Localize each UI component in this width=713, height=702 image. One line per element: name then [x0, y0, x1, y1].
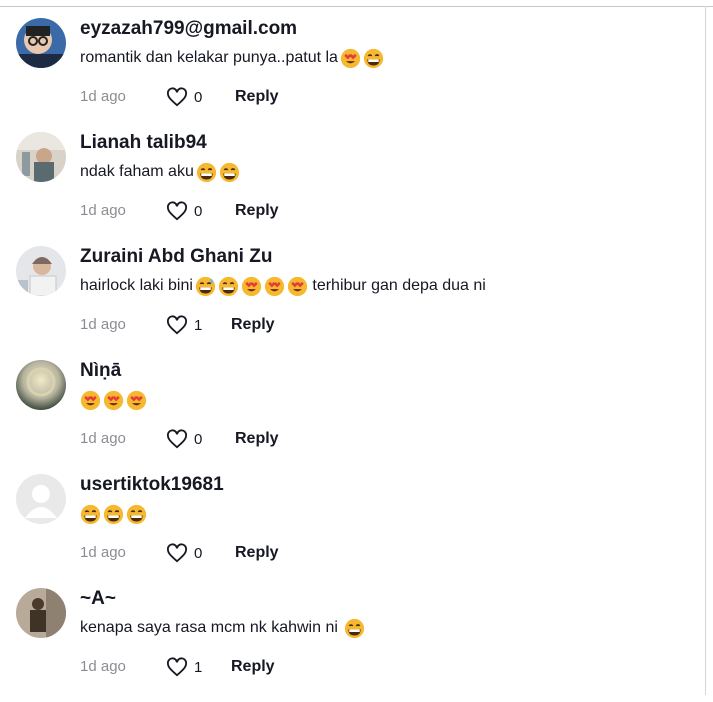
comment-time: 1d ago: [80, 430, 126, 447]
reply-button[interactable]: Reply: [235, 544, 279, 562]
comment-item: usertiktok19681 1d ago 0 Reply: [0, 474, 700, 588]
comment-text: romantik dan kelakar punya..patut la: [80, 46, 384, 70]
avatar[interactable]: [16, 588, 66, 638]
grinning-emoji: [363, 48, 384, 69]
heart-eyes-emoji: [287, 276, 308, 297]
like-count: 0: [194, 202, 203, 220]
avatar[interactable]: [16, 246, 66, 296]
comment-text-content: romantik dan kelakar punya..patut la: [80, 49, 338, 66]
heart-eyes-emoji: [103, 390, 124, 411]
grinning-emoji: [126, 504, 147, 525]
comment-item: ~A~ kenapa saya rasa mcm nk kahwin ni 1d…: [0, 588, 700, 702]
comment-text-continued: terhibur gan depa dua ni: [307, 277, 486, 294]
like-button[interactable]: 1: [166, 314, 202, 336]
comment-text: ndak faham aku: [80, 160, 240, 184]
heart-eyes-emoji: [80, 390, 101, 411]
grinning-emoji: [219, 162, 240, 183]
heart-outline-icon[interactable]: [166, 543, 188, 563]
comment-text: [80, 502, 147, 526]
comment-item: Lianah talib94 ndak faham aku 1d ago 0 R…: [0, 132, 700, 246]
comment-time: 1d ago: [80, 88, 126, 105]
heart-outline-icon[interactable]: [166, 201, 188, 221]
grinning-emoji: [344, 618, 365, 639]
heart-outline-icon[interactable]: [166, 657, 188, 677]
scrollbar-track[interactable]: [705, 6, 706, 695]
reply-button[interactable]: Reply: [231, 316, 275, 334]
comment-username[interactable]: ~A~: [80, 588, 116, 610]
like-count: 1: [194, 658, 203, 676]
comment-username[interactable]: Lianah talib94: [80, 132, 207, 154]
default-avatar-icon: [16, 474, 66, 524]
heart-outline-icon[interactable]: [166, 87, 188, 107]
top-divider: [0, 6, 713, 7]
heart-eyes-emoji: [126, 390, 147, 411]
like-button[interactable]: 1: [166, 656, 202, 678]
comment-text: kenapa saya rasa mcm nk kahwin ni: [80, 616, 365, 640]
comment-item: Zuraini Abd Ghani Zu hairlock laki bini …: [0, 246, 700, 360]
comment-username[interactable]: eyzazah799@gmail.com: [80, 18, 297, 40]
comment-text: [80, 388, 147, 412]
like-count: 0: [194, 88, 203, 106]
comment-item: eyzazah799@gmail.com romantik dan kelaka…: [0, 18, 700, 132]
reply-button[interactable]: Reply: [235, 88, 279, 106]
reply-button[interactable]: Reply: [235, 430, 279, 448]
like-button[interactable]: 0: [166, 542, 202, 564]
avatar[interactable]: [16, 474, 66, 524]
like-count: 0: [194, 544, 203, 562]
grinning-emoji: [103, 504, 124, 525]
like-count: 0: [194, 430, 203, 448]
like-button[interactable]: 0: [166, 86, 202, 108]
comment-username[interactable]: usertiktok19681: [80, 474, 224, 496]
heart-eyes-emoji: [241, 276, 262, 297]
heart-eyes-emoji: [340, 48, 361, 69]
comment-text: hairlock laki bini terhibur gan depa dua…: [80, 274, 486, 298]
heart-outline-icon[interactable]: [166, 429, 188, 449]
grinning-emoji: [80, 504, 101, 525]
comment-username[interactable]: Nìṇā: [80, 360, 121, 382]
like-count: 1: [194, 316, 203, 334]
comment-time: 1d ago: [80, 202, 126, 219]
comment-text-content: hairlock laki bini: [80, 277, 193, 294]
comment-time: 1d ago: [80, 544, 126, 561]
comment-time: 1d ago: [80, 316, 126, 333]
avatar[interactable]: [16, 360, 66, 410]
comment-text-content: kenapa saya rasa mcm nk kahwin ni: [80, 619, 343, 636]
reply-button[interactable]: Reply: [231, 658, 275, 676]
heart-outline-icon[interactable]: [166, 315, 188, 335]
grinning-emoji: [218, 276, 239, 297]
comment-item: Nìṇā 1d ago 0 Reply: [0, 360, 700, 474]
comment-time: 1d ago: [80, 658, 126, 675]
heart-eyes-emoji: [264, 276, 285, 297]
grinning-emoji: [196, 162, 217, 183]
avatar[interactable]: [16, 18, 66, 68]
reply-button[interactable]: Reply: [235, 202, 279, 220]
avatar[interactable]: [16, 132, 66, 182]
comment-username[interactable]: Zuraini Abd Ghani Zu: [80, 246, 272, 268]
sweat-smile-emoji: [195, 276, 216, 297]
like-button[interactable]: 0: [166, 428, 202, 450]
comment-text-content: ndak faham aku: [80, 163, 194, 180]
like-button[interactable]: 0: [166, 200, 202, 222]
